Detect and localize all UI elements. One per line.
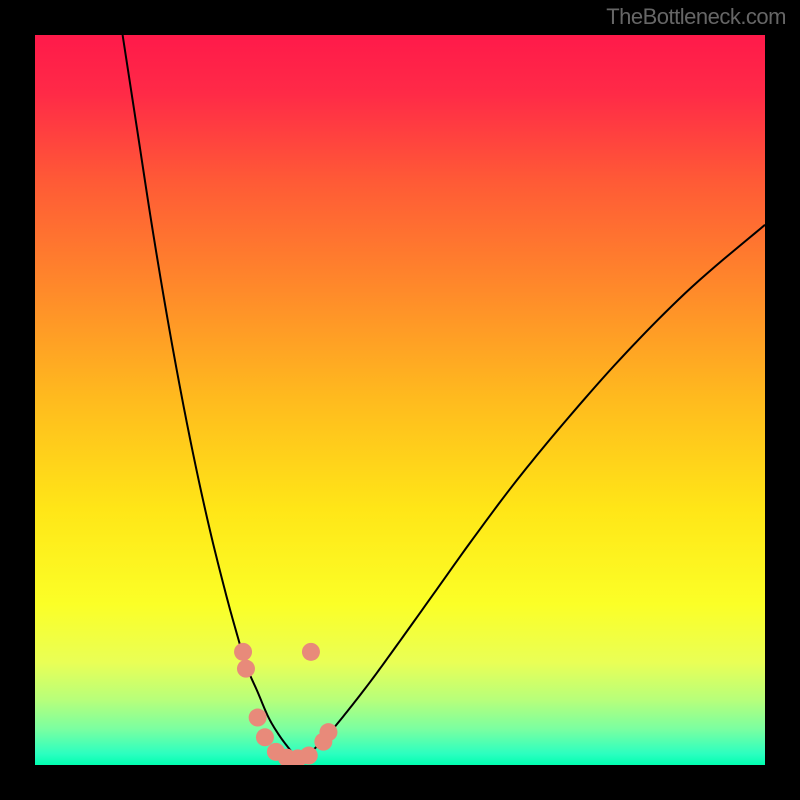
plot-frame <box>35 35 765 765</box>
data-marker <box>249 709 267 727</box>
watermark-source: TheBottleneck.com <box>606 4 786 30</box>
data-marker <box>237 660 255 678</box>
data-marker <box>319 723 337 741</box>
plot-area <box>35 35 765 765</box>
data-marker <box>302 643 320 661</box>
data-marker <box>234 643 252 661</box>
data-marker <box>300 747 318 765</box>
data-marker <box>256 728 274 746</box>
marker-group <box>234 643 337 765</box>
marker-layer <box>35 35 765 765</box>
